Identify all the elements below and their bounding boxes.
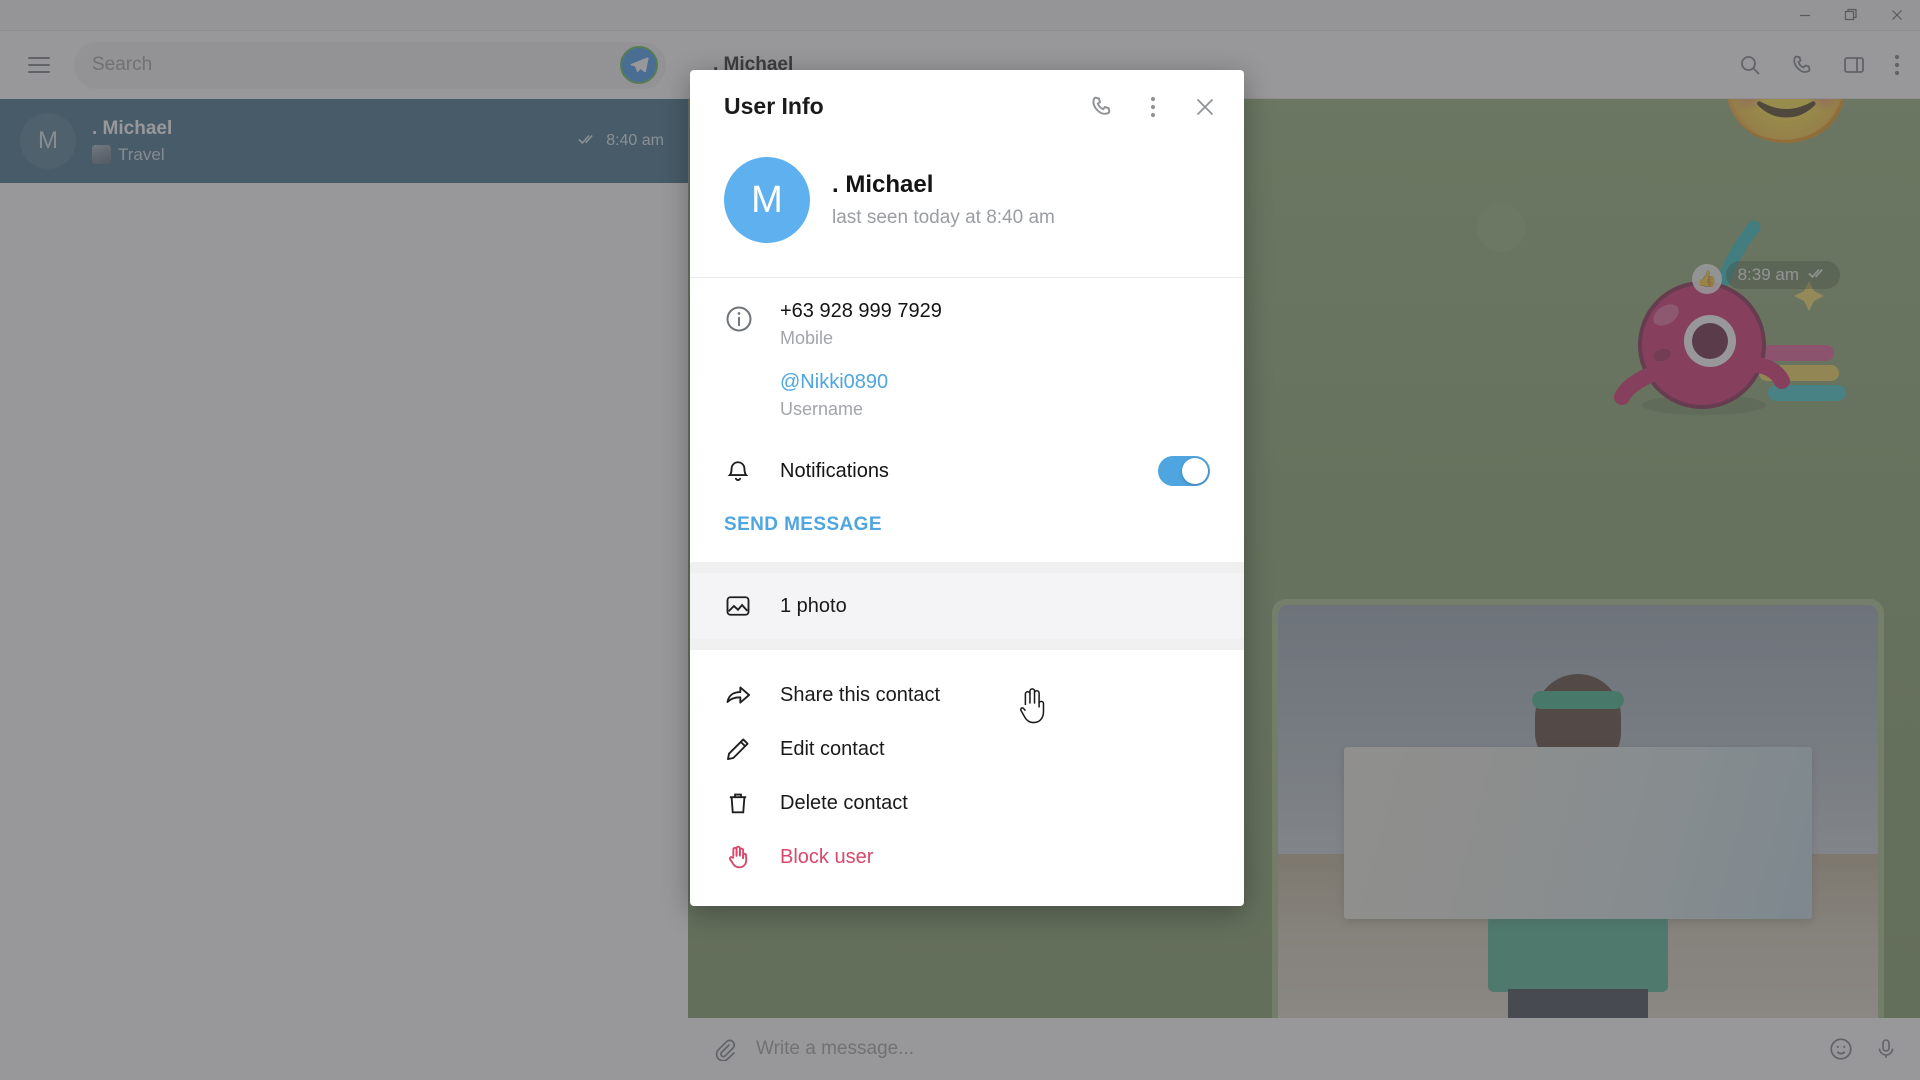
block-user-row[interactable]: Block user — [690, 830, 1244, 884]
more-vertical-icon[interactable] — [1132, 86, 1174, 128]
section-gap — [690, 639, 1244, 650]
dialog-profile: M . Michael last seen today at 8:40 am — [690, 143, 1244, 277]
pencil-icon — [724, 735, 780, 763]
send-message-row[interactable]: SEND MESSAGE — [690, 502, 1244, 562]
contact-phone-label: Mobile — [780, 328, 834, 348]
block-user-label: Block user — [780, 845, 874, 868]
block-hand-icon — [724, 843, 780, 871]
contact-info-block: +63 928 999 7929 Mobile @Nikki0890 Usern… — [690, 278, 1244, 440]
contact-username-label: Username — [780, 399, 864, 419]
delete-contact-row[interactable]: Delete contact — [690, 776, 1244, 830]
telegram-desktop-window: M . Michael Travel 8:40 am . Michael — [0, 0, 1920, 1080]
dialog-header: User Info — [690, 70, 1244, 143]
dialog-profile-status: last seen today at 8:40 am — [832, 207, 1055, 228]
shared-media-row[interactable]: 1 photo — [690, 573, 1244, 639]
dialog-profile-texts: . Michael last seen today at 8:40 am — [832, 171, 1055, 229]
close-icon[interactable] — [1184, 86, 1226, 128]
send-message-label: SEND MESSAGE — [724, 514, 882, 535]
share-arrow-icon — [724, 681, 780, 709]
notifications-label: Notifications — [780, 459, 889, 482]
trash-icon — [724, 789, 780, 817]
notifications-row[interactable]: Notifications — [690, 440, 1244, 502]
mouse-cursor-hand — [1020, 688, 1045, 724]
dialog-title: User Info — [724, 93, 824, 119]
dialog-info-section: +63 928 999 7929 Mobile @Nikki0890 Usern… — [690, 278, 1244, 562]
shared-media-label: 1 photo — [780, 594, 847, 617]
avatar: M — [724, 157, 810, 243]
contact-phone-value: +63 928 999 7929 — [780, 300, 942, 322]
contact-username-value[interactable]: @Nikki0890 — [780, 371, 1210, 394]
dialog-action-list: Share this contact Edit contact Delete c… — [690, 650, 1244, 906]
delete-contact-label: Delete contact — [780, 791, 908, 814]
contact-username-row[interactable]: @Nikki0890 Username — [780, 371, 1210, 420]
dialog-profile-name: . Michael — [832, 171, 934, 198]
contact-phone-row[interactable]: +63 928 999 7929 Mobile — [780, 300, 1210, 349]
photo-icon — [724, 592, 780, 620]
edit-contact-label: Edit contact — [780, 737, 885, 760]
user-info-dialog: User Info M . Michael last seen today at… — [690, 70, 1244, 906]
bell-icon — [724, 453, 780, 490]
edit-contact-row[interactable]: Edit contact — [690, 722, 1244, 776]
section-gap — [690, 562, 1244, 573]
info-circle-icon — [724, 300, 780, 420]
phone-icon[interactable] — [1080, 86, 1122, 128]
notifications-toggle[interactable] — [1158, 456, 1210, 486]
contact-info-rows: +63 928 999 7929 Mobile @Nikki0890 Usern… — [780, 300, 1210, 420]
share-contact-label: Share this contact — [780, 683, 941, 706]
dialog-header-actions — [1080, 86, 1226, 128]
share-contact-row[interactable]: Share this contact — [690, 668, 1244, 722]
